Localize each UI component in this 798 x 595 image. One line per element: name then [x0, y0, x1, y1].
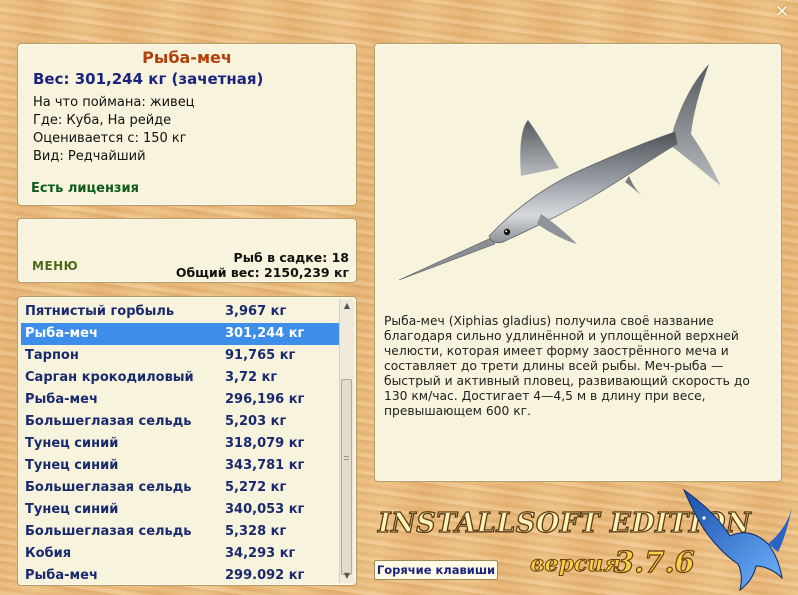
fish-details: На что поймана: живец Где: Куба, На рейд… [33, 94, 195, 166]
version-label: версия [530, 551, 622, 578]
description-panel: Рыба-меч (Xiphias gladius) получила своё… [374, 43, 782, 482]
catch-row-name: Сарган крокодиловый [25, 370, 194, 385]
catch-row-weight: 34,293 кг [225, 546, 296, 561]
catch-row-weight: 299.092 кг [225, 568, 305, 583]
fish-description: Рыба-меч (Xiphias gladius) получила своё… [384, 314, 750, 418]
catch-row[interactable]: Рыба-меч 301,244 кг [21, 323, 339, 345]
fish-location: Где: Куба, На рейде [33, 113, 172, 128]
catch-row[interactable]: Рыба-меч 296,196 кг [21, 389, 339, 411]
catch-row-name: Тунец синий [25, 436, 119, 451]
scroll-down-icon[interactable]: ▼ [340, 569, 354, 583]
catch-row-weight: 301,244 кг [225, 326, 305, 341]
scroll-up-icon[interactable]: ▲ [340, 299, 354, 313]
marlin-logo-icon [682, 488, 792, 591]
catch-row[interactable]: Тарпон 91,765 кг [21, 345, 339, 367]
catch-row-weight: 318,079 кг [225, 436, 305, 451]
catch-row[interactable]: Рыба-меч 299.092 кг [21, 565, 339, 585]
catch-row-weight: 3,72 кг [225, 370, 278, 385]
catch-row-weight: 296,196 кг [225, 392, 305, 407]
list-scrollbar[interactable]: ▲ ▼ [339, 299, 354, 583]
catch-row-name: Пятнистый горбыль [25, 304, 175, 319]
catch-row[interactable]: Сарган крокодиловый 3,72 кг [21, 367, 339, 389]
catch-row-name: Тарпон [25, 348, 79, 363]
catch-row[interactable]: Тунец синий 318,079 кг [21, 433, 339, 455]
catch-row-name: Большеглазая сельдь [25, 414, 192, 429]
catch-row[interactable]: Тунец синий 340,053 кг [21, 499, 339, 521]
catch-row-name: Кобия [25, 546, 72, 561]
fish-kind: Вид: Редчайший [33, 149, 146, 164]
menu-button[interactable]: МЕНЮ [32, 259, 78, 273]
catch-row-name: Рыба-меч [25, 568, 98, 583]
total-weight: Общий вес: 2150,239 кг [175, 265, 349, 280]
swordfish-image [398, 64, 721, 281]
license-status: Есть лицензия [31, 181, 139, 196]
fish-in-cage: Рыб в садке: 18 [233, 250, 349, 265]
catch-row[interactable]: Большеглазая сельдь 5,328 кг [21, 521, 339, 543]
catch-row-weight: 343,781 кг [225, 458, 305, 473]
catch-row-name: Рыба-меч [25, 392, 98, 407]
catch-row-name: Большеглазая сельдь [25, 480, 192, 495]
catch-row[interactable]: Тунец синий 343,781 кг [21, 455, 339, 477]
cage-stats: Рыб в садке: 18 Общий вес: 2150,239 кг [176, 250, 349, 280]
fish-rated-from: Оценивается с: 150 кг [33, 131, 187, 146]
menu-panel: МЕНЮ Рыб в садке: 18 Общий вес: 2150,239… [17, 218, 357, 283]
catch-row-weight: 5,272 кг [225, 480, 287, 495]
catch-rows: Пятнистый горбыль 3,967 кг Рыба-меч 301,244… [21, 301, 339, 585]
catch-list[interactable]: Пятнистый горбыль 3,967 кг Рыба-меч 301,244… [17, 296, 357, 586]
hotkeys-button[interactable]: Горячие клавиши [374, 560, 498, 580]
catch-row[interactable]: Большеглазая сельдь 5,203 кг [21, 411, 339, 433]
scrollbar-thumb[interactable] [341, 379, 352, 575]
scrollbar-grip-icon [344, 456, 349, 462]
catch-row-name: Тунец синий [25, 458, 119, 473]
catch-row-name: Рыба-меч [25, 326, 98, 341]
fish-bait: На что поймана: живец [33, 95, 195, 110]
catch-row-weight: 91,765 кг [225, 348, 296, 363]
fish-info-panel: Рыба-меч Вес: 301,244 кг (зачетная) На ч… [17, 43, 357, 206]
catch-row-name: Тунец синий [25, 502, 119, 517]
catch-row[interactable]: Большеглазая сельдь 5,272 кг [21, 477, 339, 499]
catch-row-weight: 340,053 кг [225, 502, 305, 517]
catch-row[interactable]: Пятнистый горбыль 3,967 кг [21, 301, 339, 323]
catch-row-weight: 5,328 кг [225, 524, 287, 539]
close-icon[interactable]: ✕ [774, 4, 790, 21]
catch-row-name: Большеглазая сельдь [25, 524, 192, 539]
catch-row[interactable]: Кобия 34,293 кг [21, 543, 339, 565]
fish-weight: Вес: 301,244 кг (зачетная) [33, 70, 264, 88]
fish-title: Рыба-меч [142, 48, 232, 67]
catch-row-weight: 3,967 кг [225, 304, 287, 319]
catch-row-weight: 5,203 кг [225, 414, 287, 429]
